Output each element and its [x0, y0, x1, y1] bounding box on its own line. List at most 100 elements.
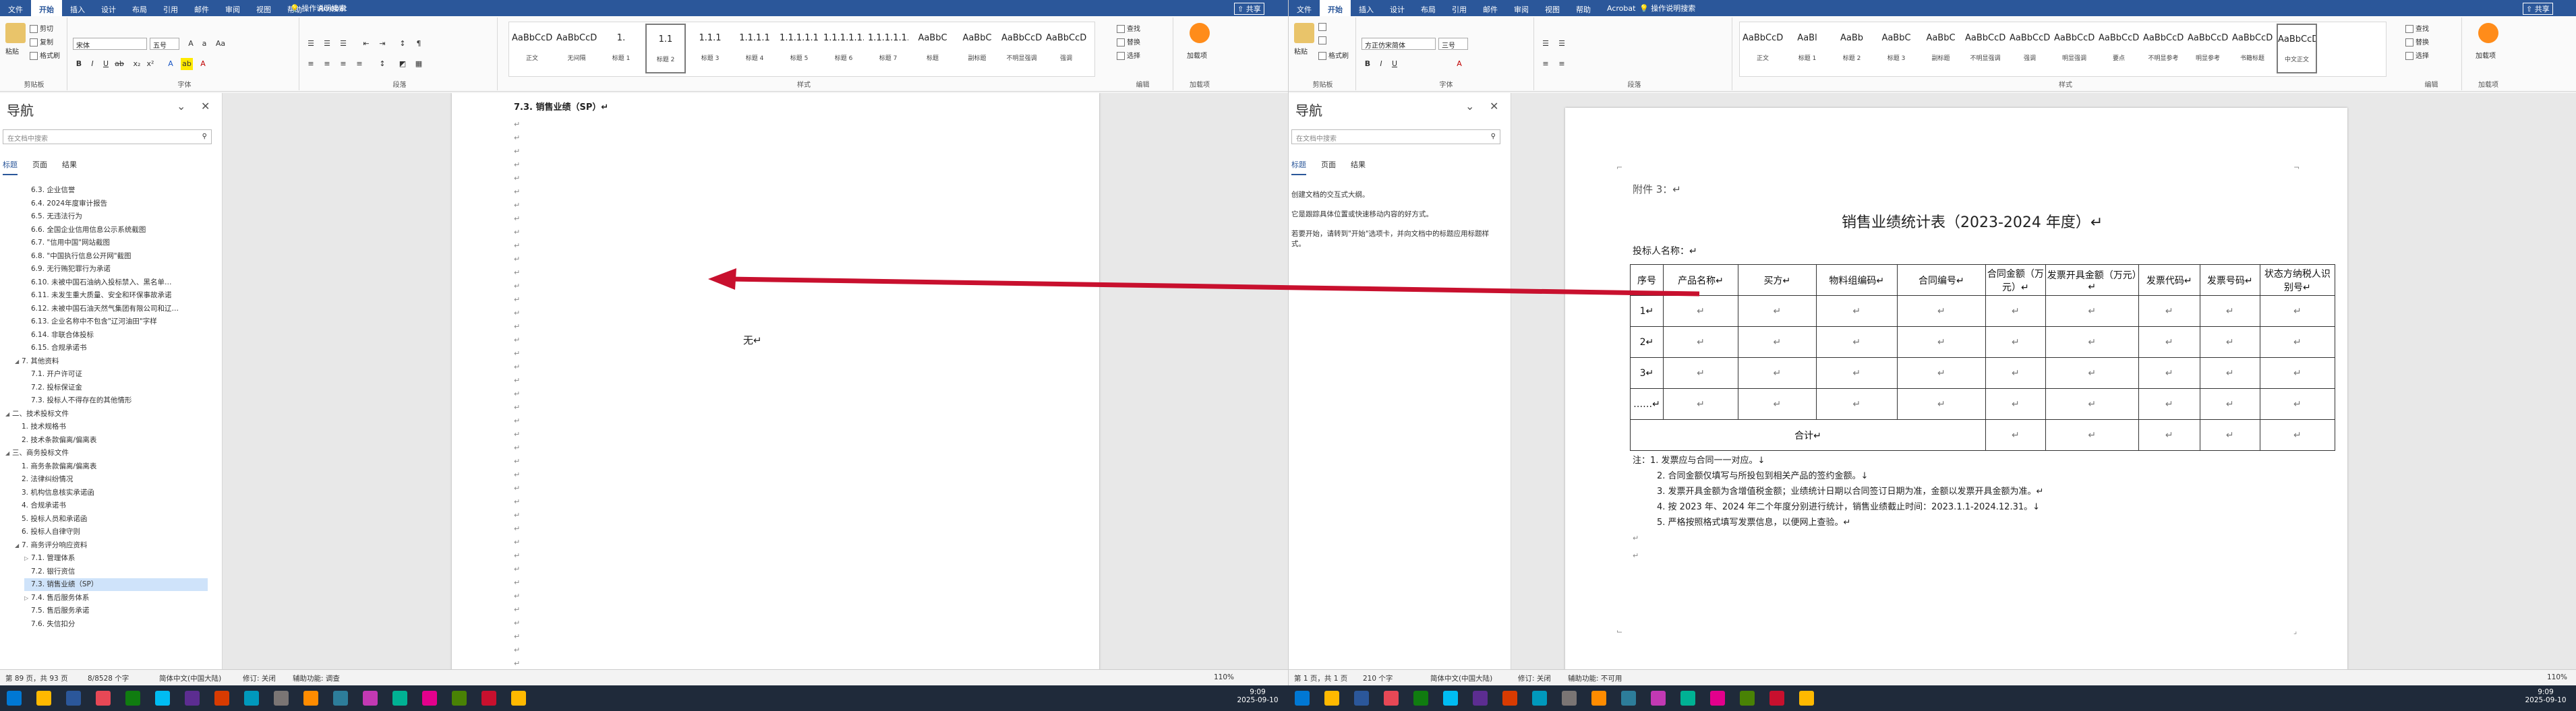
document-canvas-right[interactable]: ⌐ ¬ 附件 3：↵ 销售业绩统计表（2023-2024 年度）↵ 投标人名称：…: [1511, 93, 2576, 669]
table-cell[interactable]: ↵: [1896, 388, 1986, 420]
table-cell[interactable]: ↵: [2199, 295, 2260, 327]
table-cell[interactable]: ↵: [1896, 326, 1986, 358]
close-icon[interactable]: ✕: [1490, 100, 1498, 113]
page-count[interactable]: 第 89 页，共 93 页: [5, 673, 68, 683]
table-cell[interactable]: ↵: [2138, 419, 2200, 451]
nav-heading-item[interactable]: 6.10. 未被中国石油纳入投标禁入、黑名单…: [24, 276, 208, 289]
nav-heading-item[interactable]: 7.2. 银行资信: [24, 565, 208, 578]
document-canvas[interactable]: 7.3. 销售业绩（SP）↵ ↵ ↵ ↵ ↵ ↵ ↵ ↵ ↵ ↵ ↵ ↵ ↵ ↵ ↵ ↵ ↵ ↵ ↵ ↵ ↵ ↵ ↵ ↵ ↵ ↵…: [223, 93, 1288, 669]
table-cell[interactable]: ↵: [1815, 357, 1898, 389]
align-left-button-right[interactable]: ≡: [1540, 58, 1552, 70]
style-item[interactable]: 1.1 标题 2: [645, 24, 686, 73]
taskbar-app-icon[interactable]: [66, 691, 81, 706]
paste-icon[interactable]: [5, 23, 26, 43]
nav-heading-item[interactable]: ◢ 三、商务投标文件: [5, 447, 208, 460]
table-header-cell[interactable]: 状态方纳税人识别号↵: [2259, 264, 2336, 296]
taskbar-app-icon[interactable]: [1710, 691, 1725, 706]
underline-button-right[interactable]: U: [1388, 58, 1401, 70]
nav-heading-item[interactable]: ◢ 7. 商务评分响应资料: [15, 539, 208, 552]
table-cell[interactable]: ↵: [2138, 295, 2200, 327]
nav-heading-item[interactable]: 1. 商务条款偏离/偏离表: [15, 460, 208, 473]
table-cell[interactable]: ↵: [1985, 357, 2046, 389]
decrease-indent-button[interactable]: ⇤: [360, 38, 372, 50]
style-item[interactable]: 1.1.1.1.1 标题 5: [779, 24, 819, 73]
tab-4[interactable]: 布局: [124, 0, 155, 16]
table-cell[interactable]: ↵: [1662, 326, 1739, 358]
style-item[interactable]: AaBb 标题 2: [1832, 24, 1872, 73]
table-header-cell[interactable]: 合同编号↵: [1896, 264, 1986, 296]
table-header-cell[interactable]: 序号: [1630, 264, 1664, 296]
taskbar-app-icon[interactable]: [7, 691, 22, 706]
addin-button-right[interactable]: 加载项: [2476, 50, 2496, 60]
replace-button[interactable]: 替换: [1117, 36, 1140, 47]
nav-heading-item[interactable]: 5. 投标人员和承诺函: [15, 513, 208, 526]
nav-heading-item[interactable]: 6.4. 2024年度审计报告: [24, 197, 208, 210]
accessibility-status-right[interactable]: 辅助功能: 不可用: [1568, 673, 1622, 683]
find-button[interactable]: 查找: [1117, 23, 1140, 33]
nav-heading-item[interactable]: 6.12. 未被中国石油天然气集团有限公司和辽…: [24, 303, 208, 315]
paste-icon[interactable]: [1294, 23, 1314, 43]
style-item[interactable]: AaBbC 标题 3: [1876, 24, 1916, 73]
tab-6[interactable]: 邮件: [1475, 0, 1506, 16]
table-cell[interactable]: ↵: [2259, 295, 2336, 327]
table-cell[interactable]: ↵: [2199, 419, 2260, 451]
nav-heading-item[interactable]: 2. 法律纠纷情况: [15, 473, 208, 486]
language-status-right[interactable]: 简体中文(中国大陆): [1430, 673, 1492, 683]
style-item[interactable]: 1.1.1 标题 3: [690, 24, 730, 73]
table-cell[interactable]: ↵: [2199, 357, 2260, 389]
nav-heading-item[interactable]: ▷ 7.4. 售后服务体系: [24, 592, 208, 605]
table-cell[interactable]: ↵: [1815, 295, 1898, 327]
expand-toggle-icon[interactable]: ◢: [15, 539, 22, 552]
document-page[interactable]: 7.3. 销售业绩（SP）↵ ↵ ↵ ↵ ↵ ↵ ↵ ↵ ↵ ↵ ↵ ↵ ↵ ↵ ↵ ↵ ↵ ↵ ↵ ↵ ↵ ↵ ↵ ↵ ↵ ↵…: [452, 93, 1099, 669]
style-item[interactable]: AaBbCcDd 无间隔: [556, 24, 597, 73]
nav-heading-item[interactable]: 6. 投标人自律守则: [15, 526, 208, 538]
numbering-button[interactable]: ☰: [321, 38, 333, 50]
nav-heading-item[interactable]: 6.13. 企业名称中不包含"辽河油田"字样: [24, 315, 208, 328]
track-changes-status-right[interactable]: 修订: 关闭: [1518, 673, 1551, 683]
strikethrough-button[interactable]: ab: [113, 58, 125, 70]
taskbar-app-icon[interactable]: [1354, 691, 1369, 706]
nav-search-input-right[interactable]: 在文档中搜索 ⚲: [1291, 129, 1500, 144]
table-cell[interactable]: ↵: [1985, 419, 2046, 451]
align-right-button[interactable]: ≡: [337, 58, 349, 70]
nav-heading-item[interactable]: 1. 技术规格书: [15, 421, 208, 433]
nav-heading-item[interactable]: 6.11. 未发生重大质量、安全和环保事故承诺: [24, 289, 208, 302]
close-icon[interactable]: ✕: [201, 100, 210, 113]
copy-button-right[interactable]: [1318, 36, 1328, 44]
nav-tab-0[interactable]: 标题: [1291, 159, 1306, 175]
style-item[interactable]: AaBbCcDd 强调: [2010, 24, 2050, 73]
nav-heading-item[interactable]: ◢ 7. 其他资料: [15, 355, 208, 368]
table-cell[interactable]: 3↵: [1630, 357, 1664, 389]
table-header-cell[interactable]: 发票代码↵: [2138, 264, 2200, 296]
table-cell[interactable]: ↵: [2138, 326, 2200, 358]
table-cell[interactable]: ↵: [1738, 326, 1817, 358]
taskbar-app-icon[interactable]: [274, 691, 289, 706]
total-label-cell[interactable]: 合计↵: [1630, 419, 1986, 451]
expand-toggle-icon[interactable]: ▷: [24, 552, 31, 565]
nav-tab-1[interactable]: 页面: [1321, 159, 1336, 175]
style-item[interactable]: AaBbCcDd 不明显参考: [2143, 24, 2184, 73]
taskbar-app-icon[interactable]: [1502, 691, 1517, 706]
nav-heading-item[interactable]: 6.3. 企业信誉: [24, 184, 208, 197]
tab-4[interactable]: 布局: [1413, 0, 1444, 16]
nav-heading-item[interactable]: 6.8. "中国执行信息公开网"截图: [24, 250, 208, 263]
style-item[interactable]: 1.1.1.1.1.1 标题 6: [823, 24, 864, 73]
table-cell[interactable]: ↵: [1738, 357, 1817, 389]
show-marks-button[interactable]: ¶: [413, 38, 425, 50]
grow-font-button[interactable]: A: [185, 38, 197, 50]
change-case-button[interactable]: Aa: [214, 38, 227, 50]
table-cell[interactable]: ↵: [2259, 419, 2336, 451]
page-count-right[interactable]: 第 1 页，共 1 页: [1294, 673, 1347, 683]
taskbar-app-icon[interactable]: [1680, 691, 1695, 706]
shrink-font-button[interactable]: a: [198, 38, 210, 50]
justify-button[interactable]: ≡: [353, 58, 365, 70]
superscript-button[interactable]: x²: [144, 58, 156, 70]
nav-heading-item[interactable]: 4. 合规承诺书: [15, 499, 208, 512]
nav-heading-item[interactable]: 6.15. 合规承诺书: [24, 342, 208, 354]
search-icon[interactable]: ⚲: [202, 133, 207, 140]
style-item[interactable]: 1. 标题 1: [601, 24, 641, 73]
copy-button[interactable]: 复制: [30, 36, 53, 47]
replace-button-right[interactable]: 替换: [2405, 36, 2429, 47]
taskbar-app-icon[interactable]: [1324, 691, 1339, 706]
tab-6[interactable]: 邮件: [186, 0, 217, 16]
